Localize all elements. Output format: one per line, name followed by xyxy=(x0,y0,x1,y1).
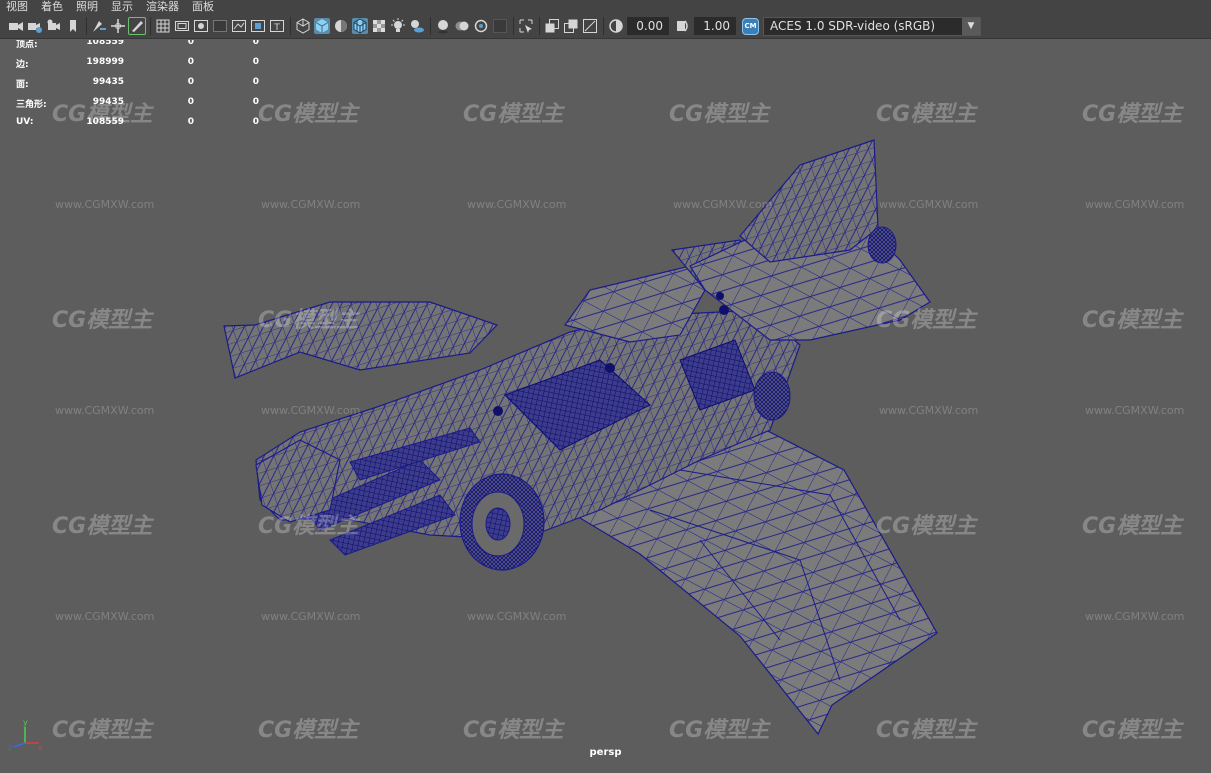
hud-row-faces: 面: 99435 0 0 xyxy=(0,77,270,90)
hud-value: 0 xyxy=(252,40,259,47)
safe-action-icon[interactable] xyxy=(250,18,266,34)
xray-joints-icon[interactable] xyxy=(563,18,579,34)
menu-show[interactable]: 显示 xyxy=(111,0,133,14)
toolbar-divider xyxy=(150,17,151,35)
hud-label: 面: xyxy=(16,80,29,90)
menu-shading[interactable]: 着色 xyxy=(41,0,63,14)
backface-culling-icon[interactable] xyxy=(582,18,598,34)
hud-value: 108559 xyxy=(86,40,124,47)
gate-mask-icon[interactable] xyxy=(212,18,228,34)
camera-attributes-icon[interactable] xyxy=(27,18,43,34)
exposure-icon[interactable] xyxy=(608,18,624,34)
viewport-3d[interactable]: CG模型主 CG模型主 CG模型主 CG模型主 CG模型主 CG模型主 www.… xyxy=(0,40,1211,773)
hud-value: 0 xyxy=(187,117,194,127)
2d-pan-zoom-icon[interactable] xyxy=(110,18,126,34)
use-all-lights-icon[interactable] xyxy=(390,18,406,34)
hud-row-vertices: 顶点: 108559 0 0 xyxy=(0,40,270,50)
hud-value: 99435 xyxy=(92,97,124,107)
hud-label: 顶点: xyxy=(16,40,38,50)
motion-blur-icon[interactable] xyxy=(454,18,470,34)
screen-space-ao-icon[interactable] xyxy=(435,18,451,34)
panel-menubar: 视图 着色 照明 显示 渲染器 面板 xyxy=(0,0,1211,14)
anti-aliasing-icon[interactable] xyxy=(473,18,489,34)
exposure-field[interactable]: 0.00 xyxy=(627,17,669,35)
toolbar-divider xyxy=(603,17,604,35)
toolbar-divider xyxy=(513,17,514,35)
hud-row-edges: 边: 198999 0 0 xyxy=(0,57,270,70)
gamma-icon[interactable] xyxy=(675,18,691,34)
axis-y-label: y xyxy=(23,718,28,727)
hud-value: 0 xyxy=(252,97,259,107)
spaceship-wireframe-model[interactable] xyxy=(0,40,1211,773)
xray-icon[interactable] xyxy=(371,18,387,34)
hud-label: 三角形: xyxy=(16,100,47,110)
poly-count-hud: 顶点: 108559 0 0 边: 198999 0 0 面: 99435 0 … xyxy=(0,40,270,130)
hud-value: 0 xyxy=(187,57,194,67)
svg-text:T: T xyxy=(273,23,280,33)
hud-value: 0 xyxy=(187,40,194,47)
pencil-icon[interactable] xyxy=(128,17,146,35)
toolbar-divider xyxy=(290,17,291,35)
toolbar-divider xyxy=(539,17,540,35)
view-transform-dropdown[interactable]: ACES 1.0 SDR-video (sRGB) ▼ xyxy=(763,16,981,36)
hud-value: 0 xyxy=(252,77,259,87)
hud-label: 边: xyxy=(16,60,29,70)
hud-value: 0 xyxy=(252,117,259,127)
isolate-select-icon[interactable] xyxy=(518,18,534,34)
depth-of-field-icon[interactable] xyxy=(492,18,508,34)
hud-value: 0 xyxy=(187,97,194,107)
film-gate-icon[interactable] xyxy=(174,18,190,34)
shadows-icon[interactable] xyxy=(409,18,425,34)
grease-pencil-icon[interactable] xyxy=(91,18,107,34)
hud-row-triangles: 三角形: 99435 0 0 xyxy=(0,97,270,110)
xray-active-icon[interactable] xyxy=(544,18,560,34)
wireframe-icon[interactable] xyxy=(295,18,311,34)
view-transform-value: ACES 1.0 SDR-video (sRGB) xyxy=(770,19,936,33)
select-camera-icon[interactable] xyxy=(8,18,24,34)
wireframe-on-shaded-icon[interactable] xyxy=(352,18,368,34)
hud-value: 108559 xyxy=(86,117,124,127)
toolbar-divider xyxy=(430,17,431,35)
menu-lighting[interactable]: 照明 xyxy=(76,0,98,14)
hud-value: 0 xyxy=(187,77,194,87)
field-chart-icon[interactable] xyxy=(231,18,247,34)
camera-name-label: persp xyxy=(589,747,622,758)
default-material-icon[interactable] xyxy=(333,18,349,34)
safe-title-icon[interactable]: T xyxy=(269,18,285,34)
hud-row-uvs: UV: 108559 0 0 xyxy=(0,117,270,129)
panel-toolbar: T 0.00 1.00 CM ACES 1.0 SDR-video (sRGB)… xyxy=(0,14,1211,39)
chevron-down-icon[interactable]: ▼ xyxy=(962,17,980,35)
bookmark-icon[interactable] xyxy=(46,18,62,34)
color-management-icon[interactable]: CM xyxy=(742,17,759,35)
resolution-gate-icon[interactable] xyxy=(193,18,209,34)
smooth-shade-all-icon[interactable] xyxy=(314,18,330,34)
gamma-field[interactable]: 1.00 xyxy=(694,17,736,35)
hud-value: 99435 xyxy=(92,77,124,87)
menu-panels[interactable]: 面板 xyxy=(192,0,214,14)
menu-view[interactable]: 视图 xyxy=(6,0,28,14)
hud-value: 0 xyxy=(252,57,259,67)
toolbar-divider xyxy=(86,17,87,35)
menu-renderer[interactable]: 渲染器 xyxy=(146,0,179,14)
grid-icon[interactable] xyxy=(155,18,171,34)
hud-label: UV: xyxy=(16,117,34,127)
image-plane-icon[interactable] xyxy=(65,18,81,34)
hud-value: 198999 xyxy=(86,57,124,67)
